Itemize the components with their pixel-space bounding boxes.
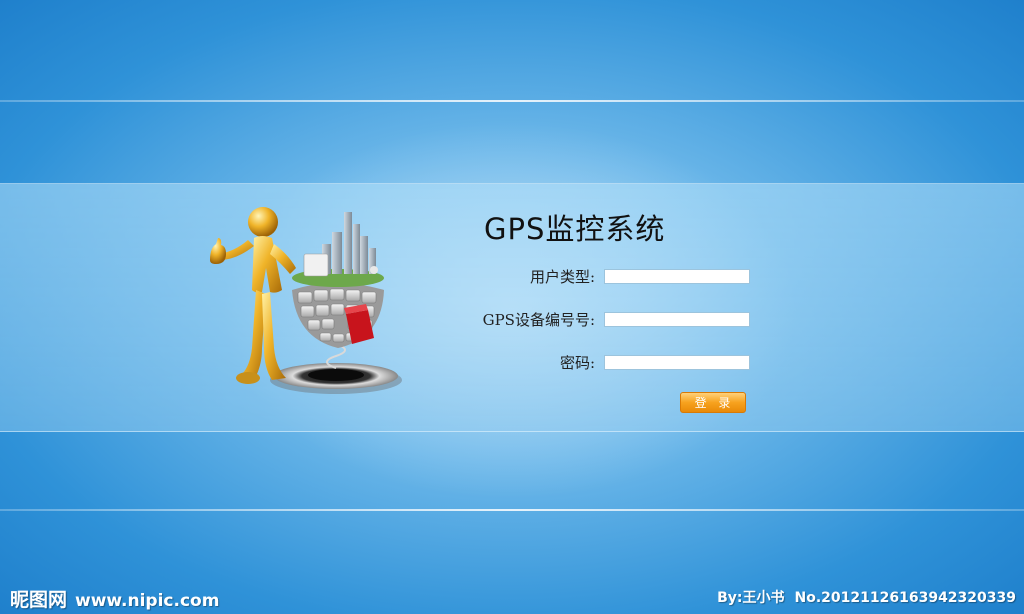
device-id-label: GPS设备编号号: <box>482 311 595 329</box>
top-divider <box>0 100 1024 102</box>
watermark-left: 昵图网 www.nipic.com <box>10 585 219 612</box>
watermark-site-url: www.nipic.com <box>75 591 220 611</box>
watermark-right: By:王小书 No.20121126163942320339 <box>717 587 1016 607</box>
device-id-row: GPS设备编号号: <box>440 309 750 331</box>
page-title: GPS监控系统 <box>484 212 666 246</box>
user-type-row: 用户类型: <box>440 266 750 288</box>
password-row: 密码: <box>440 352 750 374</box>
watermark-site-name: 昵图网 <box>10 589 68 611</box>
password-label: 密码: <box>559 354 595 372</box>
password-input[interactable] <box>604 355 750 370</box>
login-page: GPS监控系统 用户类型: GPS设备编号号: 密码: 登 录 昵图网 www.n… <box>0 0 1024 614</box>
gps-illustration <box>210 207 402 394</box>
bottom-divider <box>0 509 1024 511</box>
login-button[interactable]: 登 录 <box>680 392 746 413</box>
device-id-input[interactable] <box>604 312 750 327</box>
watermark-author: By:王小书 <box>717 590 785 606</box>
user-type-input[interactable] <box>604 269 750 284</box>
user-type-label: 用户类型: <box>529 268 595 286</box>
watermark-number: No.20121126163942320339 <box>794 590 1016 606</box>
